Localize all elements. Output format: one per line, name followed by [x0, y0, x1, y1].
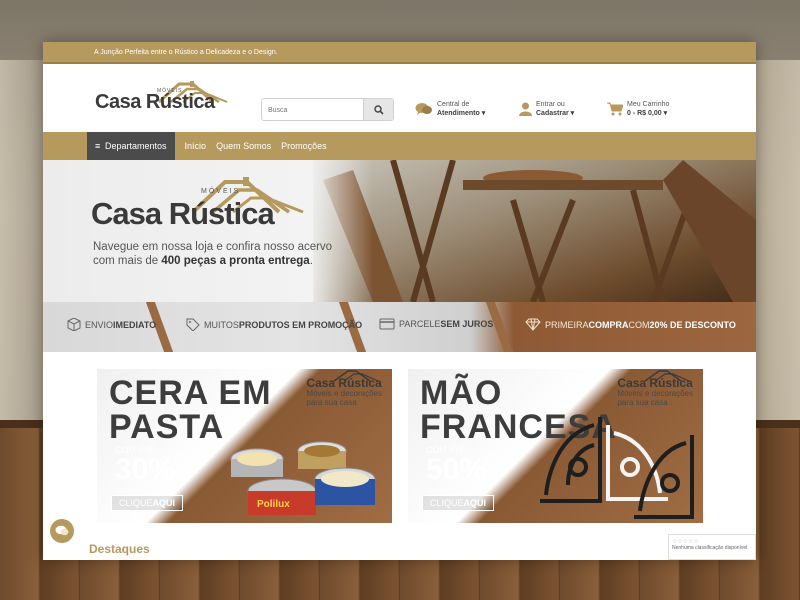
- shopping-cart-icon: [607, 102, 623, 116]
- promo-title-line1: CERA EM: [109, 374, 272, 412]
- hero-logo-wordmark: Casa Rústica: [91, 196, 275, 231]
- feature-primeira-light: PRIMEIRA: [545, 319, 589, 330]
- feature-parcele-light: PARCELE: [399, 319, 441, 329]
- feature-primeira-compra: PRIMEIRA COMPRA COM 20% DE DESCONTO: [525, 318, 736, 331]
- rating-widget[interactable]: ☆☆☆☆☆ Nenhuma classificação disponível: [668, 534, 756, 560]
- feature-primeira-bold2: 20% DE DESCONTO: [649, 319, 736, 330]
- hero-description: Navegue em nossa loja e confira nosso ac…: [93, 240, 353, 268]
- roof-logo-icon: [644, 370, 690, 382]
- promo-cta-light: CLIQUE: [430, 498, 464, 508]
- credit-card-icon: [379, 318, 395, 330]
- cart-link[interactable]: Meu Carrinho 0 - R$ 0,00 ▾: [607, 100, 669, 118]
- departments-menu-button[interactable]: ≡ Departamentos: [87, 132, 175, 160]
- support-line2: Atendimento: [437, 110, 480, 117]
- support-link[interactable]: Central de Atendimento ▾: [415, 100, 485, 118]
- feature-envio-light: ENVIO: [85, 319, 114, 330]
- promo-cta-button[interactable]: CLIQUEAQUI: [422, 495, 495, 511]
- section-title-destaques: Destaques: [89, 542, 150, 556]
- chevron-down-icon: ▾: [481, 110, 486, 117]
- feature-promocao-bold: PRODUTOS EM PROMOÇÃO: [238, 319, 363, 330]
- promo-brand: Casa Rústica Móveis e decorações para su…: [617, 370, 693, 407]
- hero-banner[interactable]: MÓVEIS Casa Rústica Navegue em nossa loj…: [43, 160, 756, 302]
- promo-discount: COM ATÉ 50%OFF: [426, 445, 500, 485]
- feature-envio-bold: IMEDIATO: [113, 319, 157, 330]
- nav-link-promocoes[interactable]: Promoções: [281, 141, 327, 151]
- promo-banner-cera[interactable]: CERA EM PASTA Casa Rústica Móveis e deco…: [97, 369, 392, 523]
- account-link[interactable]: Entrar ou Cadastrar ▾: [519, 100, 574, 118]
- can-label: Polilux: [257, 499, 290, 510]
- site-header: MÓVEIS Casa Rústica Central de: [43, 64, 756, 132]
- roof-logo-icon: [333, 370, 379, 382]
- logo-wordmark: Casa Rústica: [95, 91, 215, 113]
- promo-cta-bold: AQUI: [463, 498, 487, 508]
- hero-text-line1: Navegue em nossa loja e confira nosso ac…: [93, 241, 333, 253]
- feature-primeira-bold: COMPRA: [588, 319, 629, 330]
- promo-tagline-2: para sua casa: [617, 398, 668, 407]
- nav-link-inicio[interactable]: Início: [185, 141, 207, 151]
- promo-percent: 30%: [115, 453, 176, 486]
- promo-percent: 50%: [426, 453, 487, 486]
- chevron-down-icon: ▾: [570, 110, 575, 117]
- chairs-illustration: [323, 160, 756, 302]
- hero-furniture-photo: [313, 160, 756, 302]
- iron-brackets-illustration: [540, 417, 694, 519]
- search-button[interactable]: [363, 99, 393, 120]
- promo-tagline-1: Móveis e decorações: [617, 389, 693, 398]
- live-chat-button[interactable]: [50, 519, 74, 543]
- features-strip: ENVIO IMEDIATO MUITOS PRODUTOS EM PROMOÇ…: [43, 302, 756, 352]
- promo-off: OFF: [175, 455, 190, 462]
- user-icon: [519, 102, 532, 116]
- hero-text-line2-post: .: [309, 255, 313, 267]
- rating-stars-icon: ☆☆☆☆☆: [672, 539, 699, 545]
- tag-icon: [186, 318, 200, 331]
- hero-text-line2-pre: com mais de: [93, 255, 162, 267]
- main-navigation: ≡ Departamentos Início Quem Somos Promoç…: [43, 132, 756, 160]
- chat-icon: [55, 525, 69, 536]
- cart-line1: Meu Carrinho: [627, 101, 670, 108]
- diamond-icon: [525, 318, 541, 331]
- promo-title-line1: MÃO: [420, 374, 503, 412]
- chevron-down-icon: ▾: [663, 110, 668, 117]
- promo-cta-button[interactable]: CLIQUEAQUI: [111, 495, 184, 511]
- feature-envio: ENVIO IMEDIATO: [67, 318, 156, 331]
- feature-promocao-light: MUITOS: [204, 319, 239, 330]
- account-line1: Entrar ou: [536, 101, 565, 108]
- promo-brand: Casa Rústica Móveis e decorações para su…: [306, 370, 382, 407]
- chat-bubbles-icon: [415, 102, 433, 116]
- search-icon: [373, 104, 384, 115]
- top-tagline-bar: A Junção Perfeita entre o Rústico a Deli…: [43, 42, 756, 64]
- hero-text-line2-bold: 400 peças a pronta entrega: [161, 255, 310, 267]
- feature-parcele: PARCELE SEM JUROS: [379, 318, 493, 330]
- promo-tagline-2: para sua casa: [306, 398, 357, 407]
- rating-text: Nenhuma classificação disponível: [672, 545, 748, 551]
- departments-label: Departamentos: [105, 141, 167, 151]
- account-line2: Cadastrar: [536, 110, 569, 117]
- search-box: [261, 98, 394, 121]
- promo-discount: COM ATÉ 30%OFF: [115, 445, 189, 485]
- feature-promocao: MUITOS PRODUTOS EM PROMOÇÃO: [186, 318, 362, 331]
- promo-off: OFF: [486, 455, 501, 462]
- wax-cans-illustration: Polilux: [230, 441, 376, 515]
- website-window: A Junção Perfeita entre o Rústico a Deli…: [43, 42, 756, 560]
- cart-total: 0 - R$ 0,00: [627, 110, 662, 117]
- promo-cta-bold: AQUI: [152, 498, 176, 508]
- promo-banner-mao-francesa[interactable]: MÃO FRANCESA Casa Rústica Móveis e decor…: [408, 369, 703, 523]
- feature-parcele-bold: SEM JUROS: [440, 319, 494, 329]
- box-icon: [67, 318, 81, 331]
- support-line1: Central de: [437, 101, 470, 108]
- hamburger-icon: ≡: [95, 141, 101, 151]
- search-input[interactable]: [262, 100, 362, 121]
- tagline-text: A Junção Perfeita entre o Rústico a Deli…: [94, 49, 278, 56]
- feature-primeira-light2: COM: [628, 319, 650, 330]
- nav-link-quem-somos[interactable]: Quem Somos: [216, 141, 271, 151]
- promo-banners: CERA EM PASTA Casa Rústica Móveis e deco…: [43, 352, 756, 523]
- promo-tagline-1: Móveis e decorações: [306, 389, 382, 398]
- hero-logo-subtitle: MÓVEIS: [201, 188, 241, 195]
- promo-cta-light: CLIQUE: [119, 498, 153, 508]
